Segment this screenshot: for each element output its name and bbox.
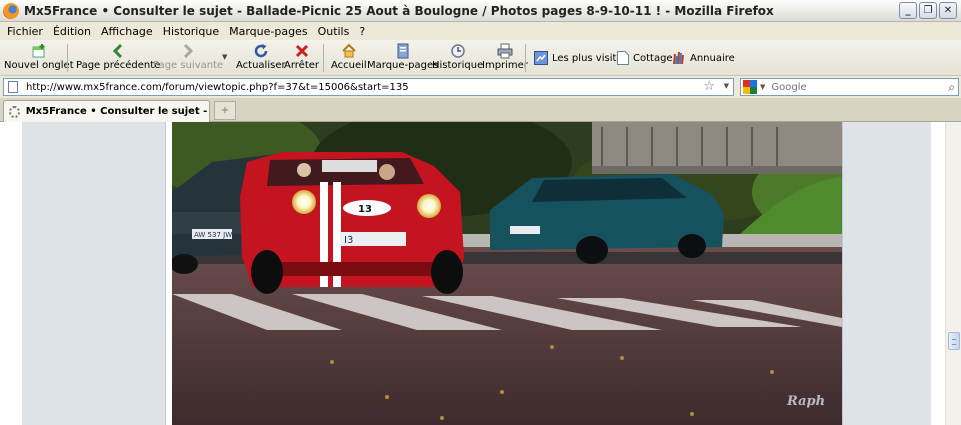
bookmark-cottage[interactable]: Cottage — [617, 51, 673, 65]
annuaire-label: Annuaire — [690, 52, 735, 64]
annuaire-icon — [673, 51, 684, 65]
window-controls: _ ❐ ✕ — [899, 2, 957, 19]
url-bar[interactable]: http://www.mx5france.com/forum/viewtopic… — [3, 78, 734, 96]
firefox-logo-icon — [3, 3, 19, 19]
url-dropdown-icon[interactable]: ▼ — [724, 82, 729, 90]
maximize-button[interactable]: ❐ — [919, 2, 937, 19]
close-button[interactable]: ✕ — [939, 2, 957, 19]
toolbar-separator — [525, 44, 526, 72]
reload-button[interactable]: Actualiser — [236, 43, 286, 73]
search-icon[interactable]: ⌕ — [948, 80, 955, 95]
tab-bar: Mx5France • Consulter le sujet - Ball...… — [0, 98, 961, 122]
tab-label: Mx5France • Consulter le sujet - Ball... — [25, 106, 209, 117]
reload-icon — [253, 43, 269, 59]
scrollbar-thumb[interactable] — [948, 332, 960, 350]
history-button[interactable]: Historique — [432, 43, 483, 73]
stop-label: Arrêter — [284, 60, 320, 71]
bookmarks-button[interactable]: Marque-pages — [367, 43, 438, 73]
bookmark-most-visited[interactable]: Les plus visités — [534, 51, 628, 65]
toolbar-separator — [323, 44, 324, 72]
most-visited-icon — [534, 51, 548, 65]
forward-label: Page suivante — [153, 60, 224, 71]
url-text[interactable]: http://www.mx5france.com/forum/viewtopic… — [26, 82, 409, 93]
search-engine-dropdown-icon[interactable]: ▼ — [760, 83, 765, 91]
bookmarks-icon — [395, 43, 411, 59]
loading-spinner-icon — [9, 105, 20, 118]
bookmarks-label: Marque-pages — [367, 60, 439, 71]
history-label: Historique — [432, 60, 484, 71]
forum-right-column — [842, 122, 931, 425]
stop-icon — [294, 43, 310, 59]
history-dropdown-icon[interactable]: ▼ — [222, 53, 227, 61]
clock-icon — [450, 43, 466, 59]
search-bar[interactable]: ▼ ⌕ — [740, 78, 959, 96]
blue-plate-text: AW 537 JW — [194, 231, 232, 239]
menu-fichier[interactable]: Fichier — [2, 25, 48, 38]
navigation-toolbar: Nouvel onglet Page précédente Page suiva… — [0, 40, 961, 76]
title-bar: Mx5France • Consulter le sujet - Ballade… — [0, 0, 961, 22]
window-title: Mx5France • Consulter le sujet - Ballade… — [24, 4, 774, 18]
menu-bar: Fichier Édition Affichage Historique Mar… — [0, 22, 961, 40]
front-plate-text: I3 — [344, 235, 353, 246]
new-tab-icon — [31, 43, 47, 59]
race-number-text: 13 — [358, 204, 372, 215]
new-tab-plus-button[interactable]: + — [214, 101, 236, 120]
back-button[interactable]: Page précédente — [76, 43, 160, 73]
menu-outils[interactable]: Outils — [313, 25, 355, 38]
bookmark-star-icon[interactable]: ☆ — [703, 79, 715, 94]
tab-active[interactable]: Mx5France • Consulter le sujet - Ball... — [3, 100, 210, 122]
toolbar-separator — [67, 44, 68, 72]
menu-edition[interactable]: Édition — [48, 25, 96, 38]
bookmark-annuaire[interactable]: Annuaire — [672, 51, 735, 65]
menu-affichage[interactable]: Affichage — [96, 25, 158, 38]
print-label: Imprimer — [482, 60, 528, 71]
page-content: AW 537 JW 13 I3 Raph — [0, 122, 961, 425]
home-icon — [341, 43, 357, 59]
reload-label: Actualiser — [236, 60, 286, 71]
cottage-label: Cottage — [633, 52, 673, 64]
back-label: Page précédente — [76, 60, 161, 71]
printer-icon — [497, 43, 513, 59]
print-button[interactable]: Imprimer — [482, 43, 528, 73]
page-icon — [617, 51, 629, 65]
home-label: Accueil — [331, 60, 367, 71]
new-tab-label: Nouvel onglet — [4, 60, 74, 71]
google-engine-icon[interactable] — [743, 80, 757, 94]
menu-marque-pages[interactable]: Marque-pages — [224, 25, 312, 38]
back-arrow-icon — [110, 43, 126, 59]
forward-button[interactable]: Page suivante — [153, 43, 223, 73]
vertical-scrollbar[interactable] — [945, 122, 961, 425]
forum-photo: AW 537 JW 13 I3 — [172, 122, 842, 425]
home-button[interactable]: Accueil — [331, 43, 367, 73]
minimize-button[interactable]: _ — [899, 2, 917, 19]
forum-left-column — [22, 122, 166, 425]
stop-button[interactable]: Arrêter — [284, 43, 319, 73]
site-page-icon — [8, 81, 18, 93]
menu-help[interactable]: ? — [354, 25, 370, 38]
menu-historique[interactable]: Historique — [158, 25, 224, 38]
search-input[interactable] — [771, 81, 932, 93]
photo-watermark: Raph — [787, 394, 826, 409]
address-toolbar: http://www.mx5france.com/forum/viewtopic… — [0, 76, 961, 98]
forward-arrow-icon — [180, 43, 196, 59]
new-tab-button[interactable]: Nouvel onglet — [4, 43, 74, 73]
